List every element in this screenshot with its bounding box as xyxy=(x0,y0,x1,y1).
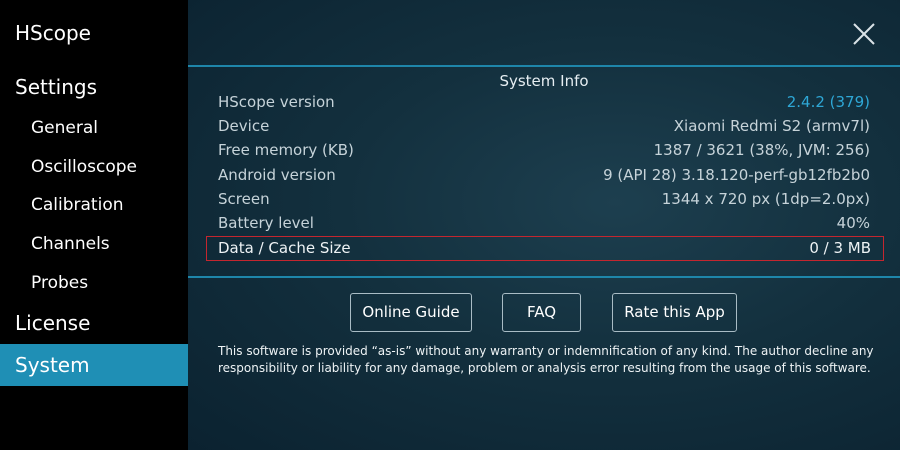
sidebar-item-general[interactable]: General xyxy=(0,116,188,140)
info-row-version: HScope version 2.4.2 (379) xyxy=(218,90,870,114)
top-divider xyxy=(188,65,900,67)
sidebar-item-channels[interactable]: Channels xyxy=(0,232,188,256)
info-value: 1387 / 3621 (38%, JVM: 256) xyxy=(653,141,870,159)
info-key: Free memory (KB) xyxy=(218,141,354,159)
faq-button[interactable]: FAQ xyxy=(502,293,581,332)
info-key: Battery level xyxy=(218,214,314,232)
info-row-device: Device Xiaomi Redmi S2 (armv7l) xyxy=(218,114,870,138)
info-key: Android version xyxy=(218,166,336,184)
online-guide-button[interactable]: Online Guide xyxy=(350,293,472,332)
info-value: 40% xyxy=(836,214,870,232)
info-key: Screen xyxy=(218,190,270,208)
info-row-android-version: Android version 9 (API 28) 3.18.120-perf… xyxy=(218,163,870,187)
sidebar-item-oscilloscope[interactable]: Oscilloscope xyxy=(0,155,188,179)
version-link[interactable]: 2.4.2 (379) xyxy=(787,90,870,114)
info-key: Data / Cache Size xyxy=(218,239,351,257)
info-row-data-cache-size[interactable]: Data / Cache Size 0 / 3 MB xyxy=(206,236,884,261)
system-panel: System Info HScope version 2.4.2 (379) D… xyxy=(188,0,900,450)
app-window: HScope Settings General Oscilloscope Cal… xyxy=(0,0,900,450)
section-title: System Info xyxy=(499,72,589,90)
rate-app-button[interactable]: Rate this App xyxy=(612,293,737,332)
info-row-free-memory: Free memory (KB) 1387 / 3621 (38%, JVM: … xyxy=(218,138,870,162)
info-key: HScope version xyxy=(218,93,335,111)
sidebar-item-probes[interactable]: Probes xyxy=(0,271,188,295)
sidebar-item-calibration[interactable]: Calibration xyxy=(0,193,188,217)
close-icon xyxy=(853,23,875,45)
bottom-divider xyxy=(188,276,900,278)
sidebar-item-system[interactable]: System xyxy=(0,344,188,386)
info-value: Xiaomi Redmi S2 (armv7l) xyxy=(673,117,870,135)
info-value: 9 (API 28) 3.18.120-perf-gb12fb2b0 xyxy=(603,166,870,184)
sidebar: HScope Settings General Oscilloscope Cal… xyxy=(0,0,188,450)
close-button[interactable] xyxy=(850,20,878,48)
app-title: HScope xyxy=(15,21,91,45)
sidebar-item-settings[interactable]: Settings xyxy=(0,74,188,100)
info-row-screen: Screen 1344 x 720 px (1dp=2.0px) xyxy=(218,187,870,211)
info-value: 0 / 3 MB xyxy=(809,239,871,257)
disclaimer-text: This software is provided “as-is” withou… xyxy=(218,344,874,375)
info-key: Device xyxy=(218,117,270,135)
info-value: 1344 x 720 px (1dp=2.0px) xyxy=(661,190,870,208)
sidebar-item-license[interactable]: License xyxy=(0,310,188,336)
info-row-battery: Battery level 40% xyxy=(218,211,870,235)
